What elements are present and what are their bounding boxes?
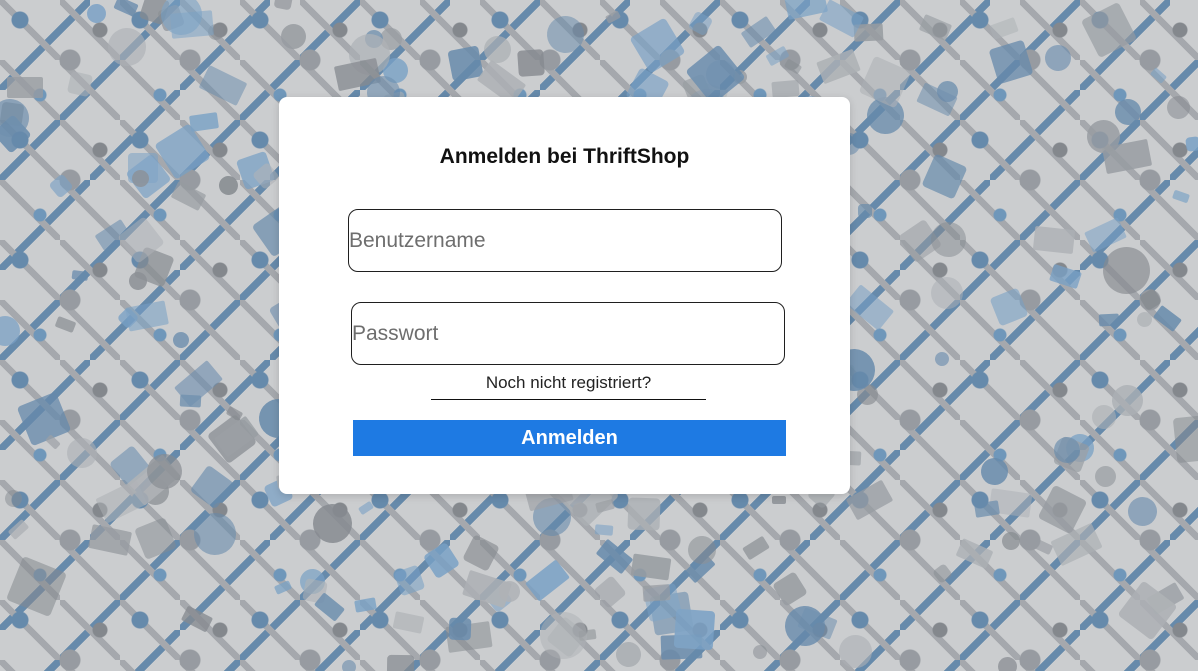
login-card: Anmelden bei ThriftShop Noch nicht regis… (279, 97, 850, 494)
login-button[interactable]: Anmelden (353, 420, 786, 456)
password-input[interactable] (351, 302, 785, 365)
username-input[interactable] (348, 209, 782, 272)
login-title: Anmelden bei ThriftShop (439, 145, 690, 168)
register-link[interactable]: Noch nicht registriert? (431, 373, 706, 400)
